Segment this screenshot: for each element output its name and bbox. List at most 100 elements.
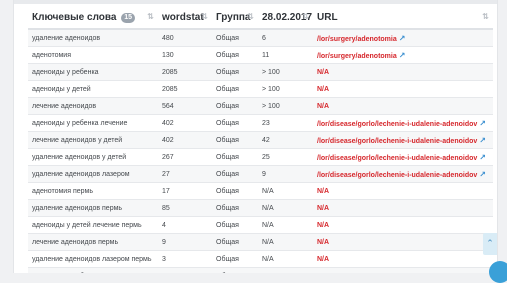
external-link-icon[interactable]: ↗ bbox=[479, 153, 486, 162]
wordstat-cell: 9 bbox=[158, 233, 212, 251]
group-cell: Общая bbox=[212, 131, 258, 149]
sort-icon[interactable]: ⇅ bbox=[147, 12, 154, 21]
wordstat-cell: 2085 bbox=[158, 80, 212, 98]
sort-icon[interactable]: ⇅ bbox=[482, 12, 489, 21]
position-cell: N/A bbox=[258, 182, 313, 200]
group-cell: Общая bbox=[212, 114, 258, 132]
keyword-cell: лечение аденоидов bbox=[28, 97, 158, 115]
wordstat-cell: 17 bbox=[158, 182, 212, 200]
wordstat-cell: 4 bbox=[158, 216, 212, 234]
url-cell: N/A bbox=[313, 216, 493, 234]
url-na: N/A bbox=[317, 255, 330, 263]
keyword-cell: аденоиды у детей лечение пермь bbox=[28, 216, 158, 234]
table-body: удаление аденоидов 480 Общая 6/lor/surgery/… bbox=[28, 29, 493, 273]
position-cell: N/A bbox=[258, 267, 313, 273]
group-cell: Общая bbox=[212, 216, 258, 234]
keyword-cell: удаление аденоидов лазером bbox=[28, 165, 158, 183]
url-cell: N/A bbox=[313, 80, 493, 98]
keyword-cell: аденотомия пермь bbox=[28, 182, 158, 200]
keyword-cell: удаление аденоидов bbox=[28, 29, 158, 47]
external-link-icon[interactable]: ↗ bbox=[399, 51, 406, 60]
table-row: удаление аденоидов лазером 27 Общая 9/lor/d… bbox=[28, 165, 493, 183]
sort-icon[interactable]: ⇅ bbox=[201, 12, 208, 21]
external-link-icon[interactable]: ↗ bbox=[479, 136, 486, 145]
url-cell: /lor/disease/gorlo/lechenie-i-udalenie-a… bbox=[313, 131, 493, 149]
position-cell: 9 bbox=[258, 165, 313, 183]
url-cell: /lor/disease/gorlo/lechenie-i-udalenie-a… bbox=[313, 148, 493, 166]
wordstat-cell: 4 bbox=[158, 267, 212, 273]
keyword-cell: лечение аденоидов пермь bbox=[28, 233, 158, 251]
group-cell: Общая bbox=[212, 29, 258, 47]
url-cell: N/A bbox=[313, 199, 493, 217]
group-cell: Общая bbox=[212, 250, 258, 268]
header-group[interactable]: Группа ⇅ bbox=[212, 6, 258, 30]
url-cell: N/A bbox=[313, 267, 493, 273]
url-link[interactable]: /lor/disease/gorlo/lechenie-i-udalenie-a… bbox=[317, 121, 477, 128]
url-na: N/A bbox=[317, 238, 330, 246]
keyword-cell: удаление аденоидов у детей bbox=[28, 148, 158, 166]
header-url[interactable]: URL ⇅ bbox=[313, 6, 493, 30]
url-na: N/A bbox=[317, 187, 330, 195]
header-url-label: URL bbox=[317, 11, 338, 23]
header-wordstat[interactable]: wordstat ⇅ bbox=[158, 6, 212, 30]
url-cell: /lor/disease/gorlo/lechenie-i-udalenie-a… bbox=[313, 114, 493, 132]
url-link[interactable]: /lor/disease/gorlo/lechenie-i-udalenie-a… bbox=[317, 138, 477, 145]
keyword-cell: аденоиды у ребенка лечение пермь bbox=[28, 267, 158, 273]
keyword-cell: удаление аденоидов пермь bbox=[28, 199, 158, 217]
table-row: лечение аденоидов у детей 402 Общая 42/lor/… bbox=[28, 131, 493, 149]
external-link-icon[interactable]: ↗ bbox=[399, 34, 406, 43]
header-wordstat-label: wordstat bbox=[162, 11, 204, 23]
keyword-cell: аденоиды у ребенка лечение bbox=[28, 114, 158, 132]
external-link-icon[interactable]: ↗ bbox=[479, 170, 486, 179]
position-cell: > 100 bbox=[258, 63, 313, 81]
table-row: лечение аденоидов 564 Общая > 100 N/A bbox=[28, 97, 493, 115]
wordstat-cell: 402 bbox=[158, 114, 212, 132]
wordstat-cell: 480 bbox=[158, 29, 212, 47]
wordstat-cell: 130 bbox=[158, 46, 212, 64]
external-link-icon[interactable]: ↗ bbox=[479, 119, 486, 128]
url-na: N/A bbox=[317, 102, 330, 110]
table-row: удаление аденоидов 480 Общая 6/lor/surgery/… bbox=[28, 29, 493, 47]
group-cell: Общая bbox=[212, 148, 258, 166]
table-row: лечение аденоидов пермь 9 Общая N/A N/A bbox=[28, 233, 493, 251]
keywords-table: Ключевые слова 15 ⇅ wordstat ⇅ Группа ⇅ … bbox=[28, 6, 493, 273]
table-row: удаление аденоидов пермь 85 Общая N/A N/A bbox=[28, 199, 493, 217]
table-row: аденотомия 130 Общая 11/lor/surgery/adenoto… bbox=[28, 46, 493, 64]
table-row: аденотомия пермь 17 Общая N/A N/A bbox=[28, 182, 493, 200]
url-cell: N/A bbox=[313, 233, 493, 251]
position-cell: 6 bbox=[258, 29, 313, 47]
arrow-up-icon[interactable]: ⌃ bbox=[483, 233, 497, 255]
keywords-panel: Ключевые слова 15 ⇅ wordstat ⇅ Группа ⇅ … bbox=[13, 0, 498, 273]
url-cell: N/A bbox=[313, 63, 493, 81]
table-row: аденоиды у ребенка 2085 Общая > 100 N/A bbox=[28, 63, 493, 81]
group-cell: Общая bbox=[212, 182, 258, 200]
url-cell: /lor/surgery/adenotomia ↗ bbox=[313, 29, 493, 47]
url-na: N/A bbox=[317, 221, 330, 229]
wordstat-cell: 27 bbox=[158, 165, 212, 183]
wordstat-cell: 85 bbox=[158, 199, 212, 217]
header-group-label: Группа bbox=[216, 11, 251, 23]
group-cell: Общая bbox=[212, 267, 258, 273]
sort-icon[interactable]: ⇅ bbox=[247, 12, 254, 21]
sort-icon[interactable]: ⇅ bbox=[302, 12, 309, 21]
url-cell: /lor/disease/gorlo/lechenie-i-udalenie-a… bbox=[313, 165, 493, 183]
position-cell: 23 bbox=[258, 114, 313, 132]
table-row: удаление аденоидов у детей 267 Общая 25/lor… bbox=[28, 148, 493, 166]
wordstat-cell: 267 bbox=[158, 148, 212, 166]
url-cell: N/A bbox=[313, 250, 493, 268]
url-link[interactable]: /lor/disease/gorlo/lechenie-i-udalenie-a… bbox=[317, 172, 477, 179]
chat-icon[interactable] bbox=[489, 261, 507, 283]
url-link[interactable]: /lor/surgery/adenotomia bbox=[317, 36, 397, 43]
panel-top-border bbox=[14, 0, 497, 4]
keyword-cell: аденоиды у ребенка bbox=[28, 63, 158, 81]
header-date[interactable]: 28.02.2017 ⇅ bbox=[258, 6, 313, 30]
position-cell: > 100 bbox=[258, 97, 313, 115]
group-cell: Общая bbox=[212, 80, 258, 98]
table-row: аденоиды у детей 2085 Общая > 100 N/A bbox=[28, 80, 493, 98]
url-link[interactable]: /lor/surgery/adenotomia bbox=[317, 53, 397, 60]
url-link[interactable]: /lor/disease/gorlo/lechenie-i-udalenie-a… bbox=[317, 155, 477, 162]
group-cell: Общая bbox=[212, 97, 258, 115]
header-keywords[interactable]: Ключевые слова 15 ⇅ bbox=[28, 6, 158, 30]
url-cell: /lor/surgery/adenotomia ↗ bbox=[313, 46, 493, 64]
position-cell: 42 bbox=[258, 131, 313, 149]
